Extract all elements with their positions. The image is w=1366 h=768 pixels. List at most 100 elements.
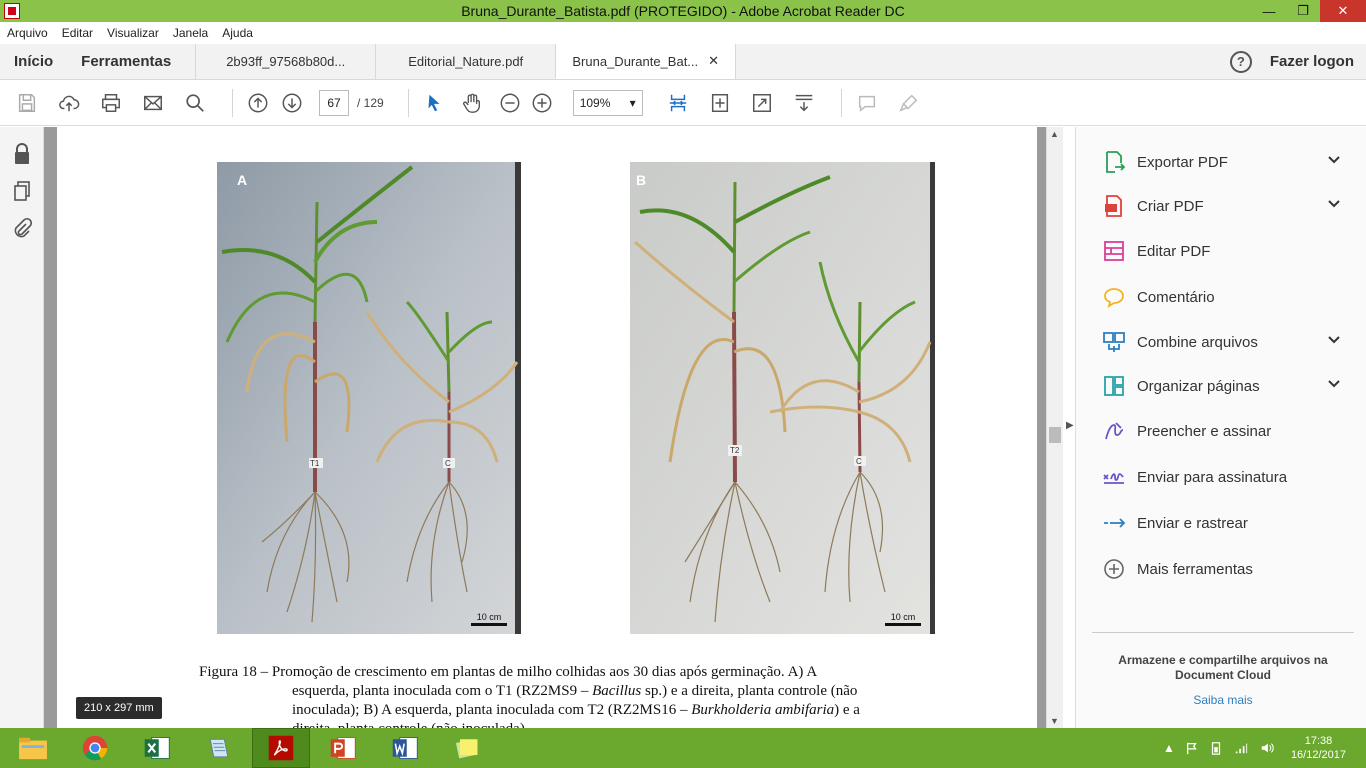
page-total: / 129: [357, 95, 384, 110]
chevron-down-icon[interactable]: [1328, 378, 1340, 390]
maize-plants-photo-b: [630, 162, 935, 634]
tool-organize-pages[interactable]: Organizar páginas: [1102, 371, 1352, 401]
page-thumbnails-icon[interactable]: [12, 180, 32, 202]
fullscreen-icon[interactable]: [747, 88, 777, 118]
restore-button[interactable]: ❐: [1286, 0, 1320, 22]
toolbar-separator: [840, 88, 842, 117]
word-icon[interactable]: [376, 728, 434, 768]
attachment-icon[interactable]: [12, 217, 33, 239]
left-sidebar: [0, 127, 44, 728]
upload-cloud-icon[interactable]: [54, 88, 84, 118]
chevron-down-icon[interactable]: [1328, 154, 1340, 166]
export-pdf-icon: [1106, 151, 1126, 173]
chevron-down-icon[interactable]: [1328, 198, 1340, 210]
network-signal-icon[interactable]: [1233, 741, 1249, 755]
collapse-right-panel-icon[interactable]: ▶: [1066, 420, 1074, 431]
tools-panel: Exportar PDF Criar PDF Editar PDF Coment…: [1075, 127, 1366, 728]
fit-page-icon[interactable]: [663, 88, 693, 118]
print-icon[interactable]: [96, 88, 126, 118]
document-viewport[interactable]: A T1 C 10 cm B T2 C 10 cm Figura 18 – Pr…: [44, 127, 1046, 728]
scroll-thumb[interactable]: [1049, 427, 1061, 443]
tool-label: Enviar para assinatura: [1137, 468, 1288, 486]
zoom-value: 109%: [579, 95, 611, 110]
save-icon[interactable]: [12, 88, 42, 118]
figure-caption: Figura 18 – Promoção de crescimento em p…: [199, 663, 954, 728]
caption-line-3: inoculada); B) A esquerda, planta inocul…: [199, 701, 954, 720]
chevron-down-icon[interactable]: [1328, 334, 1340, 346]
learn-more-link[interactable]: Saiba mais: [1092, 693, 1354, 707]
highlight-pen-icon[interactable]: [894, 88, 924, 118]
tool-export-pdf[interactable]: Exportar PDF: [1102, 147, 1352, 177]
caption-line-4: direita, planta controle (não inoculada)…: [199, 720, 954, 728]
close-button[interactable]: ✕: [1320, 0, 1366, 22]
tool-create-pdf[interactable]: Criar PDF: [1102, 191, 1352, 221]
tool-comment[interactable]: Comentário: [1102, 282, 1352, 312]
hand-tool-icon[interactable]: [457, 88, 487, 118]
toolbar-separator: [232, 88, 233, 117]
doc-tab-1[interactable]: 2b93ff_97568b80d...: [195, 44, 375, 79]
menu-bar: Arquivo Editar Visualizar Janela Ajuda: [0, 22, 1366, 44]
select-cursor-icon[interactable]: [419, 88, 449, 118]
tab-divider: [735, 44, 737, 79]
minimize-button[interactable]: —: [1252, 0, 1286, 22]
tool-send-for-signature[interactable]: Enviar para assinatura: [1102, 462, 1352, 492]
system-clock[interactable]: 17:38 16/12/2017: [1291, 734, 1346, 762]
menu-ajuda[interactable]: Ajuda: [222, 26, 253, 40]
menu-arquivo[interactable]: Arquivo: [7, 26, 48, 40]
zoom-in-icon[interactable]: [527, 88, 557, 118]
acrobat-app-icon[interactable]: [4, 3, 20, 19]
edit-pdf-icon: [1104, 241, 1124, 261]
doc-tab-active[interactable]: Bruna_Durante_Bat... ✕: [555, 44, 736, 79]
comment-icon[interactable]: [852, 88, 882, 118]
scroll-down-icon[interactable]: ▼: [1050, 716, 1059, 726]
tab-tools[interactable]: Ferramentas: [67, 44, 185, 79]
volume-icon[interactable]: [1259, 741, 1275, 755]
doc-tab-2[interactable]: Editorial_Nature.pdf: [375, 44, 555, 79]
email-icon[interactable]: [138, 88, 168, 118]
file-explorer-icon[interactable]: [4, 728, 62, 768]
figure-photo-b: B T2 C 10 cm: [630, 162, 935, 634]
tool-combine-files[interactable]: Combine arquivos: [1102, 327, 1352, 357]
plant-tag-t2: T2: [730, 446, 740, 455]
tool-more-tools[interactable]: Mais ferramentas: [1102, 554, 1352, 584]
search-icon[interactable]: [180, 88, 210, 118]
flag-icon[interactable]: [1185, 741, 1199, 755]
tool-fill-and-sign[interactable]: Preencher e assinar: [1102, 416, 1352, 446]
chrome-icon[interactable]: [66, 728, 124, 768]
previous-page-icon[interactable]: [243, 88, 273, 118]
caption-text: sp.) e a direita, planta controle (não: [641, 683, 858, 699]
zoom-out-icon[interactable]: [495, 88, 525, 118]
scale-bar-line: [885, 623, 921, 626]
scroll-mode-icon[interactable]: [789, 88, 819, 118]
next-page-icon[interactable]: [277, 88, 307, 118]
tab-row-right: ? Fazer logon: [1229, 44, 1366, 79]
page-number-input[interactable]: 67: [319, 89, 349, 116]
tool-edit-pdf[interactable]: Editar PDF: [1102, 236, 1352, 266]
create-pdf-icon: [1105, 195, 1122, 217]
scale-bar-line: [471, 623, 507, 626]
lock-icon[interactable]: [12, 143, 32, 165]
tool-label: Editar PDF: [1137, 242, 1211, 260]
login-button[interactable]: Fazer logon: [1270, 53, 1354, 70]
acrobat-reader-icon[interactable]: [252, 728, 310, 768]
powerpoint-icon[interactable]: [314, 728, 372, 768]
organize-pages-icon: [1104, 376, 1124, 396]
vertical-scrollbar[interactable]: ▲ ▼: [1046, 127, 1063, 728]
notepad-icon[interactable]: [190, 728, 248, 768]
tool-send-and-track[interactable]: Enviar e rastrear: [1102, 508, 1352, 538]
scroll-up-icon[interactable]: ▲: [1050, 129, 1059, 139]
battery-icon[interactable]: [1209, 741, 1223, 755]
menu-janela[interactable]: Janela: [173, 26, 208, 40]
menu-editar[interactable]: Editar: [62, 26, 93, 40]
tray-expand-icon[interactable]: ▲: [1163, 741, 1175, 755]
tab-home[interactable]: Início: [0, 44, 67, 79]
zoom-select[interactable]: 109% ▾: [572, 89, 643, 116]
menu-visualizar[interactable]: Visualizar: [107, 26, 159, 40]
help-icon[interactable]: ?: [1229, 50, 1252, 73]
tab-close-icon[interactable]: ✕: [708, 53, 719, 69]
caption-text: esquerda, planta inoculada com o T1 (RZ2…: [292, 683, 593, 699]
fit-width-icon[interactable]: [705, 88, 735, 118]
excel-icon[interactable]: [128, 728, 186, 768]
sticky-notes-icon[interactable]: [438, 728, 496, 768]
clock-time: 17:38: [1304, 735, 1333, 747]
